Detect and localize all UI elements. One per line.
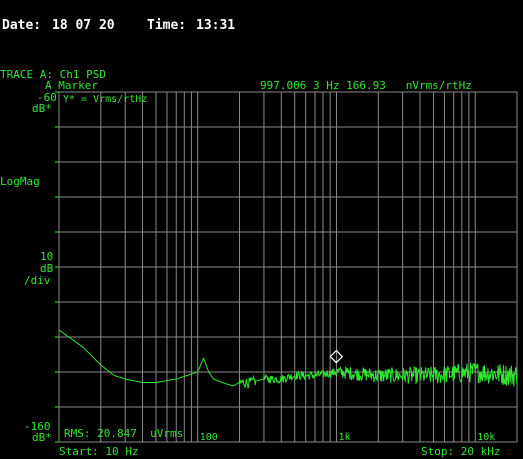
psd-trace xyxy=(58,329,518,390)
scale-type: LogMag xyxy=(0,175,40,188)
div-unit-db: dB xyxy=(40,262,54,275)
y-top-unit: dB* xyxy=(32,102,52,115)
rms-readout: RMS: 20.847 uVrms xyxy=(64,427,184,440)
y-bottom-unit: dB* xyxy=(32,431,52,444)
x-tick-label: 100 xyxy=(200,432,218,443)
x-tick-label: 10k xyxy=(477,432,495,443)
div-unit-perdiv: /div xyxy=(24,274,51,287)
start-frequency: Start: 10 Hz xyxy=(59,445,139,458)
y-units-label: Y* = Vrms/rtHz xyxy=(63,94,147,105)
stop-frequency: Stop: 20 kHz xyxy=(421,445,501,458)
x-tick-label: 1k xyxy=(338,432,350,443)
div-value: 10 xyxy=(40,250,54,263)
psd-plot[interactable]: Y* = Vrms/rtHz 100 1k 10k xyxy=(0,0,523,459)
